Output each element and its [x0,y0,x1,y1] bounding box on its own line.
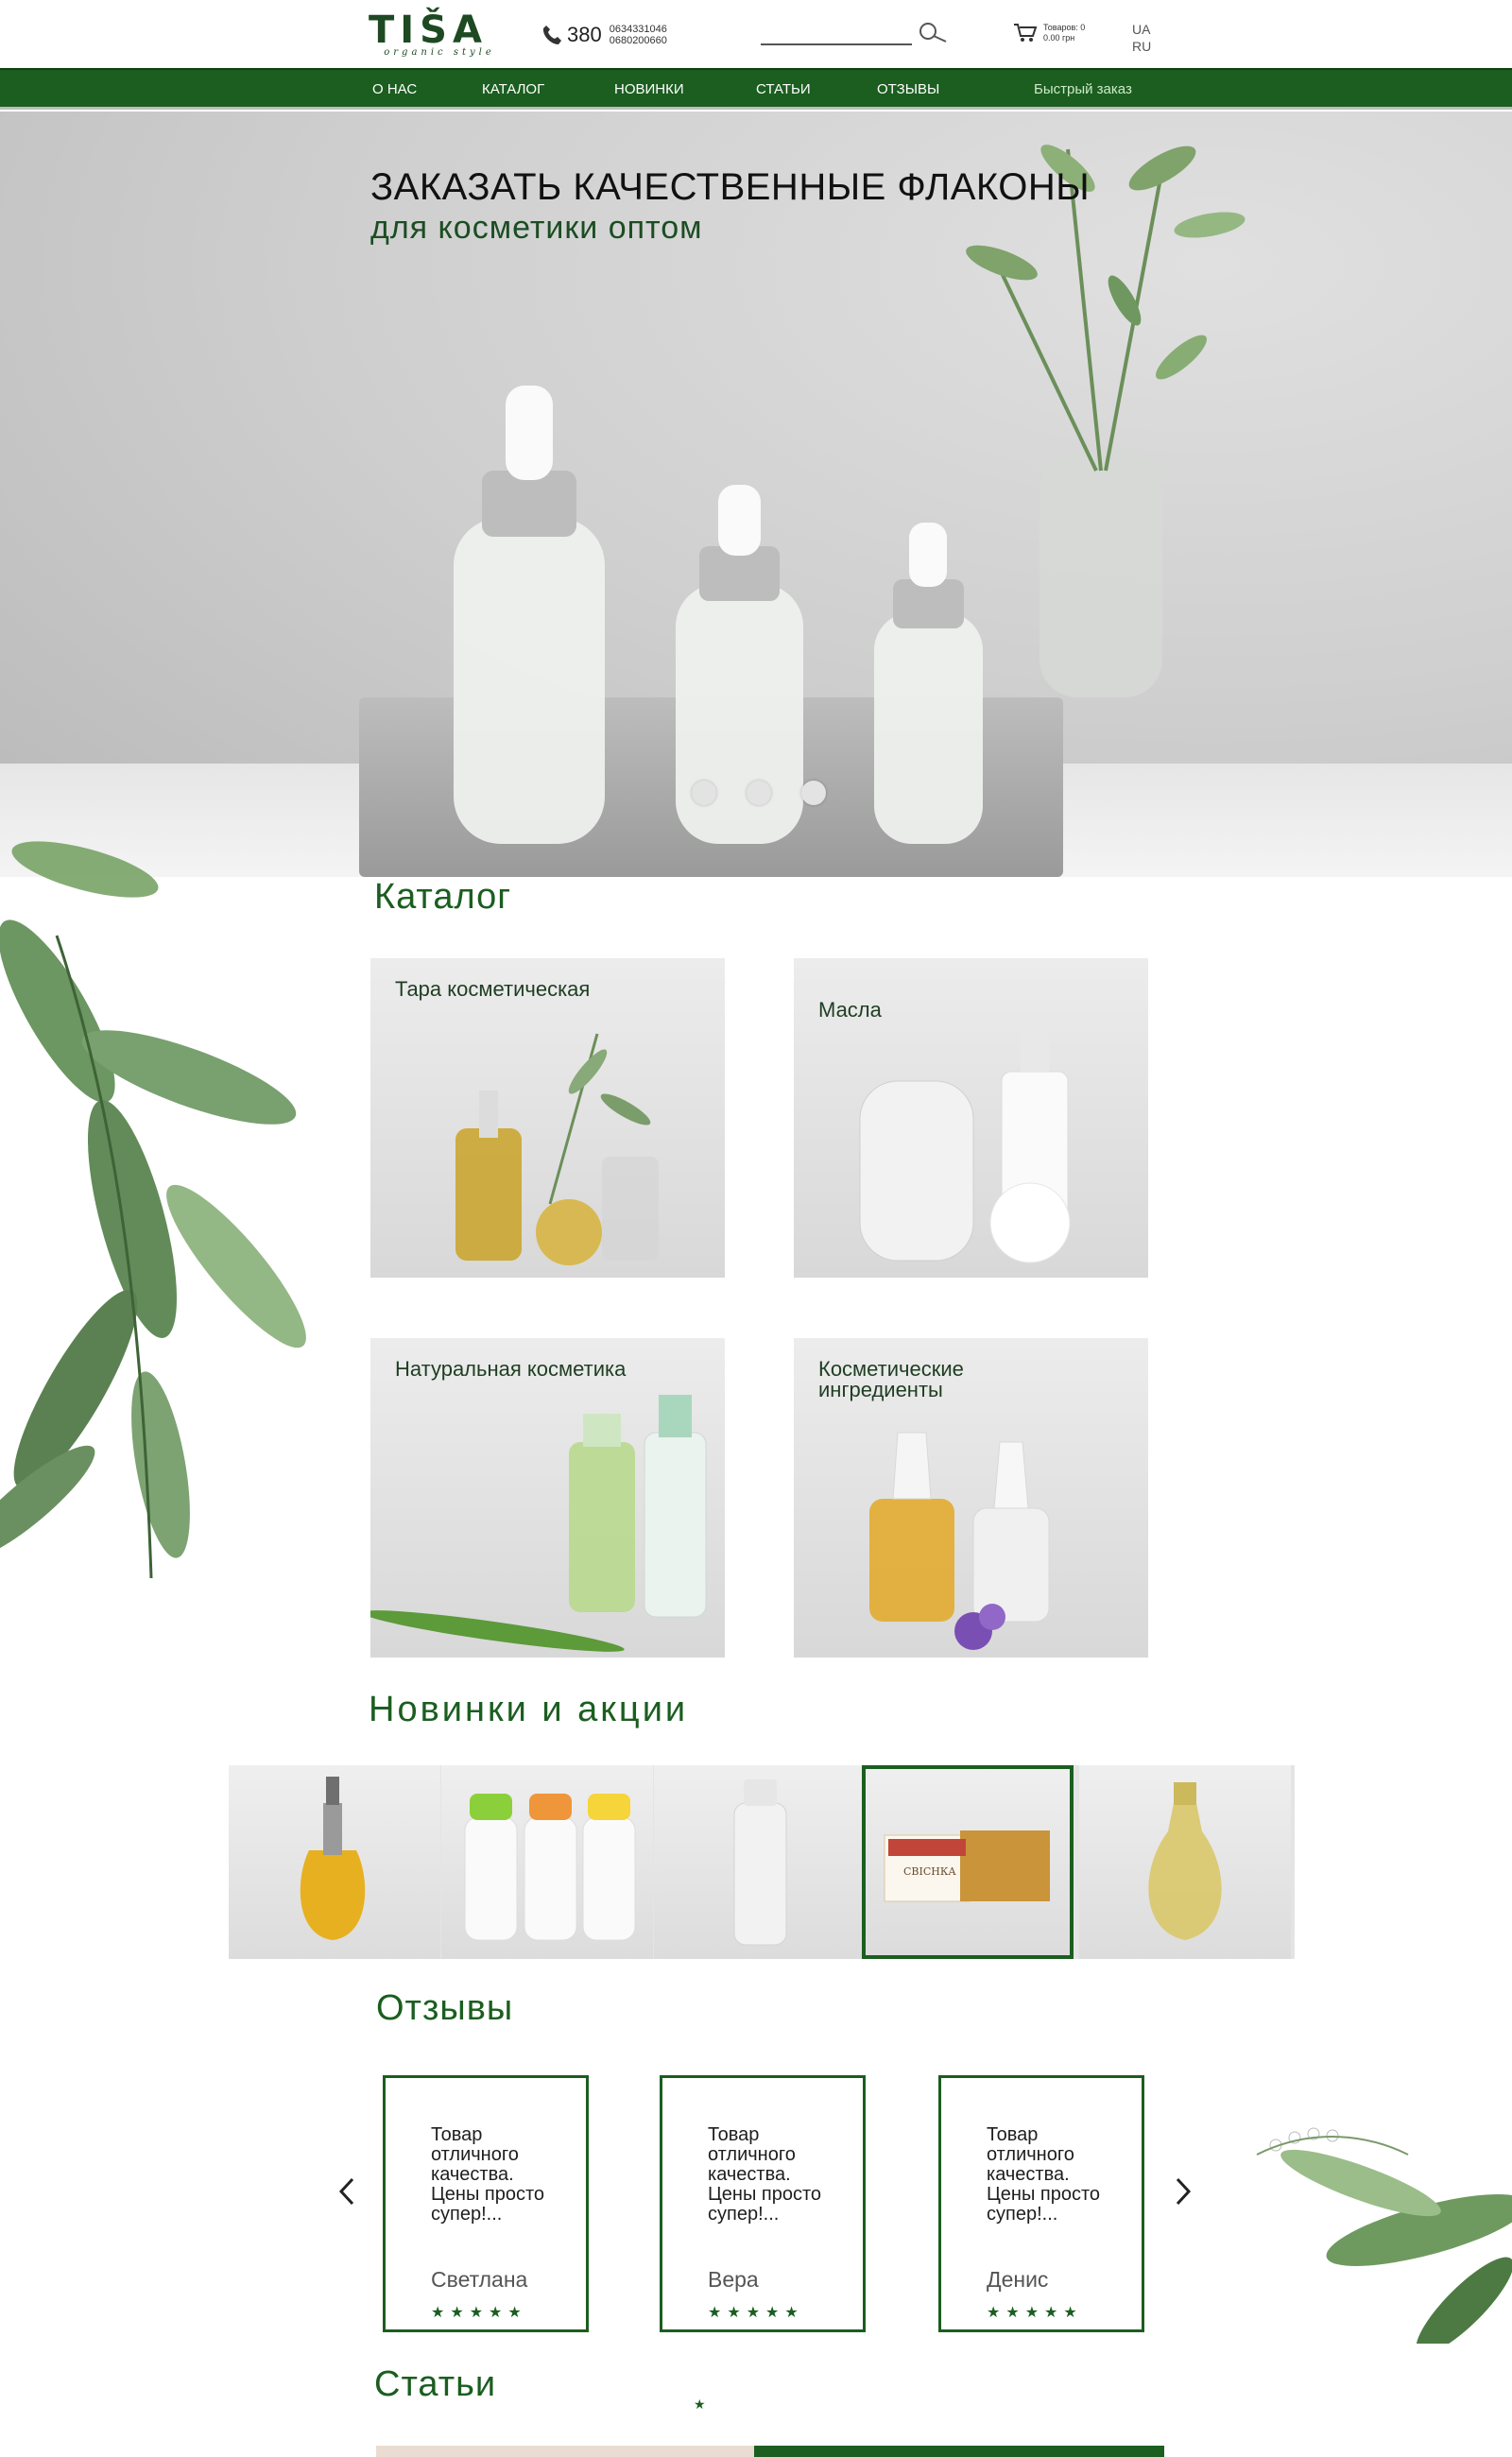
language-switcher: UA RU [1132,21,1151,55]
catalog-title: Каталог [374,877,512,917]
phone-number-1[interactable]: 0634331046 [610,24,667,35]
soap-bar-image: СВІСНКА [884,1830,1050,1902]
review-author: Вера [708,2267,759,2292]
review-rating: ★★★★★ [431,2305,527,2321]
product-soap-bar[interactable]: СВІСНКА [862,1765,1074,1959]
review-rating: ★★★★★ [708,2305,804,2321]
articles-title: Статьи [374,2364,497,2404]
catalog-card-containers[interactable]: Тара косметическая [370,958,725,1278]
catalog-card-label: Масла [818,998,882,1022]
catalog-card-oils[interactable]: Масла [794,958,1148,1278]
shampoo-bottles-image [464,1794,636,1941]
nav-item-about[interactable]: О НАС [372,81,417,97]
product-oil-dispenser[interactable] [229,1765,440,1959]
yellow-bottle-image [1148,1782,1222,1940]
phone-block[interactable]: 380 0634331046 0680200660 [542,21,667,49]
catalog-card-label: Натуральная косметика [395,1357,627,1381]
catalog-card-label: Тара косметическая [395,977,591,1001]
review-author: Денис [987,2267,1049,2292]
new-items-carousel: СВІСНКА [229,1765,1295,1959]
logo-tagline: organic style [384,47,495,58]
green-bottles-image [370,1395,707,1652]
review-author: Светлана [431,2267,528,2292]
catalog-card-natural-cosmetics[interactable]: Натуральная косметика [370,1338,725,1658]
articles-star-icon: ★ [694,2397,706,2412]
quick-order-link[interactable]: Быстрый заказ [1034,81,1132,97]
catalog-card-ingredients[interactable]: Косметические ингредиенты [794,1338,1148,1658]
article-card-1[interactable] [376,2446,754,2457]
product-yellow-bottle[interactable] [1079,1765,1291,1959]
slider-dot-1[interactable] [692,781,716,805]
lang-ua[interactable]: UA [1132,21,1151,38]
review-rating: ★★★★★ [987,2305,1083,2321]
oil-dispenser-image [300,1777,366,1940]
nav-item-articles[interactable]: СТАТЬИ [756,81,811,97]
catalog-card-label: Косметические ингредиенты [818,1357,964,1401]
site-header: TIŠA organic style 380 0634331046 068020… [0,0,1512,68]
review-card-3: Товар отличного качества. Цены просто су… [938,2075,1144,2332]
phone-number-2[interactable]: 0680200660 [610,35,667,46]
article-card-2[interactable] [754,2446,1164,2457]
phone-numbers: 0634331046 0680200660 [610,24,667,46]
search-input[interactable] [761,21,916,45]
soap-label-text: СВІСНКА [903,1865,956,1878]
cart-summary: Товаров: 0 0.00 грн [1043,23,1085,43]
phone-code: 380 [567,23,602,46]
review-text: Товар отличного качества. Цены просто су… [431,2124,545,2225]
phone-icon [542,26,561,44]
cart-icon [1014,24,1038,42]
oil-bottles-image [455,1033,659,1265]
review-card-1: Товар отличного качества. Цены просто су… [383,2075,589,2332]
search-box [761,19,950,47]
hero-subtitle: для косметики оптом [370,210,703,246]
search-icon[interactable] [916,21,948,45]
new-items-title: Новинки и акции [369,1690,689,1729]
pump-bottles-image [859,1024,1071,1263]
slider-dot-2[interactable] [747,781,771,805]
product-plastic-bottle[interactable] [654,1765,866,1959]
reviews-title: Отзывы [376,1988,514,2028]
slider-dot-3[interactable] [801,781,826,805]
main-nav: О НАС КАТАЛОГ НОВИНКИ СТАТЬИ ОТЗЫВЫ Быст… [0,68,1512,110]
reviews-next-arrow-icon[interactable] [1172,2175,1194,2208]
leaves-decoration-left [0,841,306,1579]
logo[interactable]: TIŠA organic style [369,11,510,60]
product-shampoo-bottles[interactable] [441,1765,653,1959]
nav-item-reviews[interactable]: ОТЗЫВЫ [877,81,939,97]
hero-title: ЗАКАЗАТЬ КАЧЕСТВЕННЫЕ ФЛАКОНЫ [370,166,1091,208]
lang-ru[interactable]: RU [1132,38,1151,55]
nav-item-new[interactable]: НОВИНКИ [614,81,684,97]
dropper-vials-image [869,1432,1050,1650]
plastic-bottle-image [733,1779,787,1946]
nav-item-catalog[interactable]: КАТАЛОГ [482,81,544,97]
review-text: Товар отличного качества. Цены просто су… [708,2124,822,2225]
reviews-prev-arrow-icon[interactable] [335,2175,358,2208]
cart-total: 0.00 грн [1043,33,1075,43]
cart[interactable]: Товаров: 0 0.00 грн [1013,23,1085,43]
leaves-decoration-right [1256,2127,1512,2344]
cart-count: Товаров: 0 [1043,23,1086,32]
review-card-2: Товар отличного качества. Цены просто су… [660,2075,866,2332]
review-text: Товар отличного качества. Цены просто су… [987,2124,1101,2225]
hero-banner: ЗАКАЗАТЬ КАЧЕСТВЕННЫЕ ФЛАКОНЫ для космет… [0,112,1512,877]
search-underline [761,43,912,45]
logo-text: TIŠA [369,9,488,52]
